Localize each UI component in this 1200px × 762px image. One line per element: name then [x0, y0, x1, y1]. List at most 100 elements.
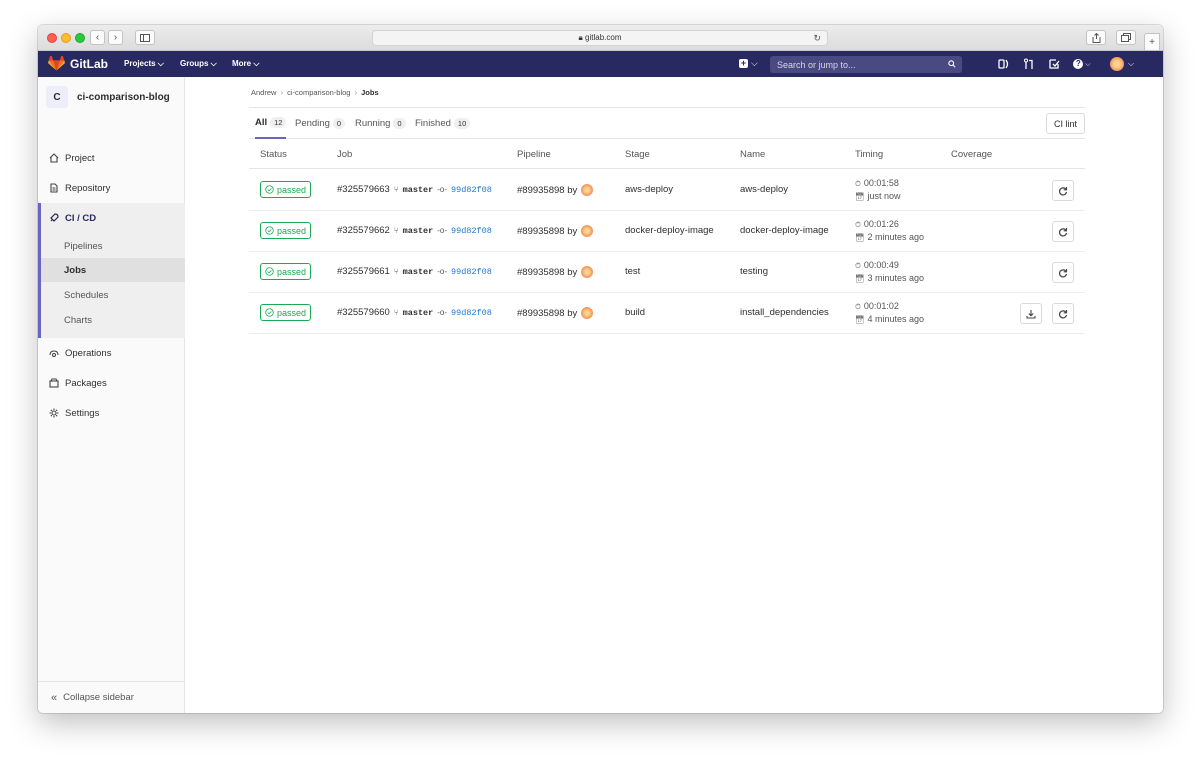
- retry-button[interactable]: [1052, 303, 1074, 324]
- maximize-window-button[interactable]: [75, 33, 85, 43]
- chevron-down-icon[interactable]: ⌵: [1128, 59, 1134, 69]
- chevron-right-icon: ›: [354, 88, 358, 97]
- retry-button[interactable]: [1052, 221, 1074, 242]
- plus-square-icon: +: [739, 58, 748, 68]
- user-avatar[interactable]: [581, 184, 594, 196]
- job-id-link[interactable]: #325579660: [337, 307, 390, 318]
- sidebar-subitem-charts[interactable]: Charts: [41, 308, 185, 332]
- sidebar-item-operations[interactable]: Operations: [38, 338, 185, 368]
- commit-sha-link[interactable]: 99d82f08: [451, 267, 492, 277]
- ci-lint-button[interactable]: CI lint: [1045, 113, 1085, 134]
- status-badge[interactable]: passed: [260, 263, 312, 280]
- collapse-sidebar-button[interactable]: « Collapse sidebar: [38, 681, 185, 713]
- sidebar-subitem-schedules[interactable]: Schedules: [41, 283, 185, 307]
- calendar-icon: 📅︎: [855, 192, 865, 201]
- nav-projects-menu[interactable]: Projects ⌵: [124, 59, 164, 69]
- pipeline-cell: #89935898 by: [517, 225, 594, 237]
- project-name: ci-comparison-blog: [77, 91, 170, 103]
- tab-label: Finished: [415, 118, 451, 129]
- user-avatar[interactable]: [1110, 57, 1124, 71]
- job-id-link[interactable]: #325579663: [337, 184, 390, 195]
- breadcrumb-project[interactable]: ci-comparison-blog: [287, 88, 350, 97]
- retry-button[interactable]: [1052, 262, 1074, 283]
- nav-groups-menu[interactable]: Groups ⌵: [180, 59, 217, 69]
- sidebar-item-packages[interactable]: Packages: [38, 368, 185, 398]
- document-icon: [50, 183, 58, 193]
- table-row: passed #325579661 ⑂ master -o- 99d82f08 …: [249, 252, 1085, 293]
- job-name-cell: aws-deploy: [740, 184, 789, 195]
- status-badge[interactable]: passed: [260, 222, 312, 239]
- tab-pending[interactable]: Pending 0: [295, 108, 346, 139]
- tab-count-badge: 10: [453, 118, 471, 129]
- column-header-name: Name: [740, 149, 766, 160]
- commit-sha-link[interactable]: 99d82f08: [451, 185, 492, 195]
- pipeline-cell: #89935898 by: [517, 266, 594, 278]
- retry-button[interactable]: [1052, 180, 1074, 201]
- search-box[interactable]: [770, 56, 962, 73]
- sidebar-item-cicd[interactable]: CI / CD: [41, 203, 185, 233]
- sidebar-item-settings[interactable]: Settings: [38, 398, 185, 428]
- pipeline-link[interactable]: #89935898 by: [517, 267, 577, 278]
- branch-link[interactable]: master: [403, 267, 434, 277]
- breadcrumb-current[interactable]: Jobs: [361, 88, 379, 97]
- merge-request-icon[interactable]: [1023, 58, 1035, 70]
- sidebar-toggle-button[interactable]: [135, 30, 155, 45]
- nav-more-menu[interactable]: More ⌵: [232, 59, 259, 69]
- pipeline-link[interactable]: #89935898 by: [517, 185, 577, 196]
- new-item-dropdown[interactable]: + ⌵: [739, 58, 758, 69]
- status-badge[interactable]: passed: [260, 181, 312, 198]
- todo-icon[interactable]: [1048, 58, 1060, 70]
- web-ide-icon[interactable]: [998, 58, 1010, 70]
- sidebar-item-label: Operations: [65, 347, 112, 359]
- sidebar-subitem-pipelines[interactable]: Pipelines: [41, 234, 185, 258]
- share-button[interactable]: [1086, 30, 1106, 45]
- forward-button[interactable]: ›: [108, 30, 123, 45]
- check-circle-icon: [265, 185, 274, 194]
- calendar-icon: 📅︎: [855, 315, 865, 324]
- sidebar-subitem-jobs[interactable]: Jobs: [41, 258, 185, 282]
- project-header[interactable]: C ci-comparison-blog: [46, 86, 170, 108]
- user-avatar[interactable]: [581, 266, 594, 278]
- chevron-right-icon: ›: [113, 32, 118, 43]
- sidebar-icon: [140, 33, 150, 42]
- user-avatar[interactable]: [581, 307, 594, 319]
- tab-all[interactable]: All 12: [255, 108, 287, 139]
- sidebar-item-project[interactable]: Project: [38, 143, 185, 173]
- gitlab-logo[interactable]: GitLab: [48, 56, 108, 71]
- sidebar-item-repository[interactable]: Repository: [38, 173, 185, 203]
- address-bar[interactable]: 🔒︎ gitlab.com ↻: [372, 30, 828, 46]
- breadcrumb-user[interactable]: Andrew: [251, 88, 276, 97]
- user-avatar[interactable]: [581, 225, 594, 237]
- status-badge[interactable]: passed: [260, 304, 312, 321]
- chevron-down-icon: ⌵: [1083, 61, 1091, 68]
- commit-sha-link[interactable]: 99d82f08: [451, 226, 492, 236]
- calendar-icon: 📅︎: [855, 233, 865, 242]
- commit-sha-link[interactable]: 99d82f08: [451, 308, 492, 318]
- new-tab-button[interactable]: +: [1144, 33, 1160, 51]
- branch-link[interactable]: master: [403, 308, 434, 318]
- job-id-link[interactable]: #325579662: [337, 225, 390, 236]
- back-button[interactable]: ‹: [90, 30, 105, 45]
- breadcrumb: Andrew › ci-comparison-blog › Jobs: [251, 88, 379, 97]
- tab-running[interactable]: Running 0: [355, 108, 406, 139]
- tabs-overview-button[interactable]: [1116, 30, 1136, 45]
- table-row: passed #325579663 ⑂ master -o- 99d82f08 …: [249, 170, 1085, 211]
- minimize-window-button[interactable]: [61, 33, 71, 43]
- help-dropdown[interactable]: ? ⌵: [1072, 58, 1092, 70]
- help-icon: ?: [1073, 59, 1084, 69]
- branch-link[interactable]: master: [403, 185, 434, 195]
- branch-link[interactable]: master: [403, 226, 434, 236]
- reload-icon[interactable]: ↻: [813, 31, 821, 45]
- download-artifacts-button[interactable]: [1020, 303, 1042, 324]
- tab-finished[interactable]: Finished 10: [415, 108, 471, 139]
- top-navbar: GitLab Projects ⌵ Groups ⌵ More ⌵ + ⌵ ? …: [38, 51, 1163, 77]
- job-name-cell: testing: [740, 266, 768, 277]
- close-window-button[interactable]: [47, 33, 57, 43]
- job-id-link[interactable]: #325579661: [337, 266, 390, 277]
- sidebar-item-label: Packages: [65, 377, 107, 389]
- column-header-stage: Stage: [625, 149, 650, 160]
- pipeline-link[interactable]: #89935898 by: [517, 226, 577, 237]
- pipeline-link[interactable]: #89935898 by: [517, 308, 577, 319]
- search-input[interactable]: [777, 59, 937, 70]
- check-circle-icon: [265, 226, 274, 235]
